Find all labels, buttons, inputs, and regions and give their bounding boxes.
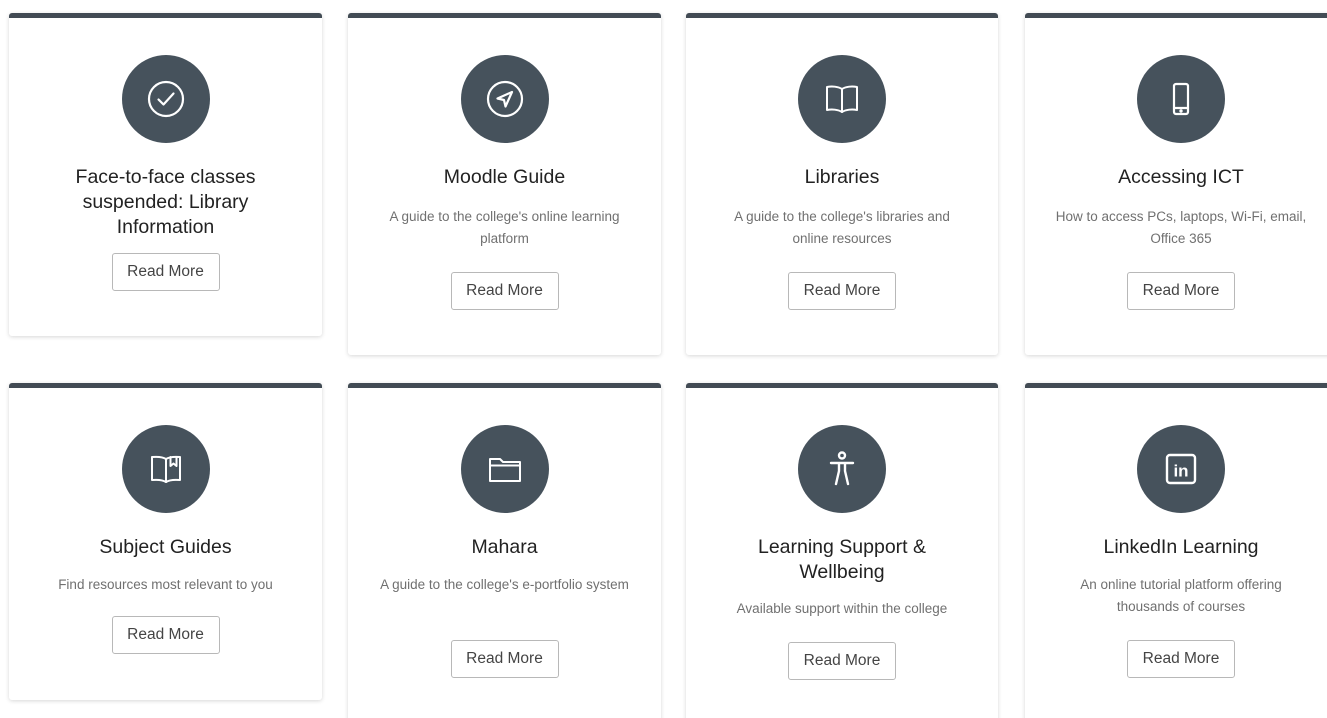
read-more-button[interactable]: Read More: [450, 640, 559, 678]
read-more-button[interactable]: Read More: [1127, 640, 1235, 678]
check-circle-icon: [121, 55, 210, 143]
svg-text:in: in: [1173, 462, 1188, 481]
card-moodle-guide: Moodle Guide A guide to the college's on…: [348, 13, 661, 355]
card-title: Subject Guides: [99, 536, 232, 558]
bookmarked-book-icon: [121, 425, 210, 513]
open-book-icon: [798, 55, 886, 143]
card-description: How to access PCs, laptops, Wi-Fi, email…: [1055, 209, 1307, 246]
card-title: Face-to-face classes suspended: Library …: [75, 166, 256, 238]
read-more-button[interactable]: Read More: [111, 253, 220, 291]
card-title: LinkedIn Learning: [1103, 536, 1259, 558]
card-description: Available support within the college: [736, 601, 948, 616]
card-mahara: Mahara A guide to the college's e-portfo…: [348, 383, 661, 718]
card-title: Libraries: [804, 166, 880, 188]
card-description: An online tutorial platform offering tho…: [1080, 577, 1282, 614]
mobile-phone-icon: [1137, 55, 1225, 143]
read-more-button[interactable]: Read More: [788, 642, 896, 680]
accessibility-person-icon: [798, 425, 886, 513]
read-more-button[interactable]: Read More: [111, 616, 220, 654]
card-description: A guide to the college's e-portfolio sys…: [380, 577, 629, 592]
card-description: Find resources most relevant to you: [58, 577, 273, 592]
card-subject-guides: Subject Guides Find resources most relev…: [9, 383, 322, 700]
card-linkedin-learning: in LinkedIn Learning An online tutorial …: [1025, 383, 1327, 718]
read-more-button[interactable]: Read More: [450, 272, 559, 310]
card-title: Mahara: [471, 536, 538, 558]
read-more-button[interactable]: Read More: [1127, 272, 1235, 310]
card-description: A guide to the college's online learning…: [389, 209, 620, 246]
card-title: Moodle Guide: [443, 166, 566, 188]
folder-icon: [460, 425, 549, 513]
card-description: A guide to the college's libraries and o…: [734, 209, 950, 246]
linkedin-icon: in: [1137, 425, 1225, 513]
card-library-information: Face-to-face classes suspended: Library …: [9, 13, 322, 336]
card-title: Learning Support & Wellbeing: [757, 536, 927, 583]
read-more-button[interactable]: Read More: [788, 272, 896, 310]
card-learning-support: Learning Support & Wellbeing Available s…: [686, 383, 998, 718]
card-title: Accessing ICT: [1118, 166, 1244, 188]
card-accessing-ict: Accessing ICT How to access PCs, laptops…: [1025, 13, 1327, 355]
card-grid: Face-to-face classes suspended: Library …: [0, 0, 1327, 718]
card-libraries: Libraries A guide to the college's libra…: [686, 13, 998, 355]
compass-navigation-icon: [460, 55, 549, 143]
